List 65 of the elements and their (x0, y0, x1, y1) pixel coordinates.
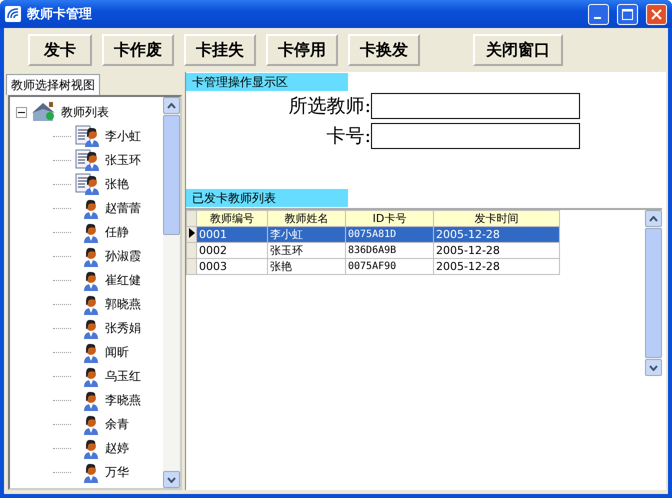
tree-item[interactable]: 张玉环 (105, 152, 141, 168)
collapse-icon[interactable] (16, 106, 27, 118)
tree-item[interactable]: 乌玉红 (105, 368, 141, 384)
minimize-icon (594, 17, 600, 19)
column-header[interactable]: ID卡号 (346, 210, 434, 226)
tree-item[interactable]: 闻昕 (105, 344, 129, 360)
table-cell: 0075AF90 (346, 258, 434, 274)
table-cell: 张艳 (268, 258, 346, 274)
row-indicator[interactable] (186, 226, 196, 242)
tree-item[interactable]: 张艳 (105, 176, 129, 192)
tree-item[interactable]: 孙淑霞 (105, 248, 141, 264)
table-cell: 0075A81D (346, 226, 434, 242)
tree-item[interactable]: 赵蕾蕾 (105, 200, 141, 216)
section-title: 卡管理操作显示区 (186, 73, 348, 91)
tree-item[interactable]: 崔红健 (105, 272, 141, 288)
tree-item[interactable]: 李晓燕 (105, 392, 141, 408)
toolbar-button[interactable]: 卡换发 (348, 34, 420, 66)
table-cell: 2005-12-28 (434, 226, 560, 242)
chevron-down-icon[interactable] (649, 364, 658, 370)
window-title: 教师卡管理 (27, 6, 93, 23)
tree-root-label[interactable]: 教师列表 (61, 104, 109, 120)
tree-tab[interactable]: 教师选择树视图 (6, 74, 100, 95)
house-icon (31, 101, 57, 123)
chevron-up-icon[interactable] (167, 102, 176, 108)
table-cell: 张玉环 (268, 242, 346, 258)
toolbar-button[interactable]: 卡挂失 (184, 34, 256, 66)
column-header[interactable]: 教师编号 (196, 210, 268, 226)
toolbar-button[interactable]: 关闭窗口 (473, 34, 563, 66)
table-cell: 2005-12-28 (434, 242, 560, 258)
table-cell: 836D6A9B (346, 242, 434, 258)
input-field[interactable] (371, 123, 580, 149)
maximize-button[interactable] (617, 4, 638, 24)
table-cell: 0001 (196, 226, 268, 242)
column-header[interactable]: 发卡时间 (434, 210, 560, 226)
toolbar-button[interactable]: 卡停用 (266, 34, 338, 66)
tree-item[interactable]: 任静 (105, 224, 129, 240)
tree-item[interactable]: 赵婷 (105, 440, 129, 456)
toolbar-button[interactable]: 卡作废 (102, 34, 174, 66)
minimize-button[interactable] (588, 4, 609, 24)
card-person-icon (75, 173, 101, 195)
close-icon (651, 8, 662, 20)
field-label: 卡号: (326, 124, 371, 149)
scrollbar[interactable] (163, 97, 180, 488)
tree-item[interactable]: 余青 (105, 416, 129, 432)
toolbar-button[interactable]: 发卡 (28, 34, 92, 66)
card-person-icon (75, 125, 101, 147)
tree-item[interactable]: 张秀娟 (105, 320, 141, 336)
close-button[interactable] (646, 4, 667, 24)
chevron-up-icon[interactable] (649, 216, 658, 222)
scrollbar[interactable] (645, 210, 662, 376)
section-title: 已发卡教师列表 (186, 189, 348, 207)
column-header[interactable]: 教师姓名 (268, 210, 346, 226)
card-person-icon (75, 149, 101, 171)
table-cell: 李小虹 (268, 226, 346, 242)
chevron-down-icon[interactable] (167, 476, 176, 482)
tree-item[interactable]: 李小虹 (105, 128, 141, 144)
maximize-icon (622, 8, 633, 20)
app-icon (5, 6, 21, 22)
tree-item[interactable]: 郭晓燕 (105, 296, 141, 312)
input-field[interactable] (371, 93, 580, 119)
table-cell: 0003 (196, 258, 268, 274)
table-cell: 0002 (196, 242, 268, 258)
tree-item[interactable]: 万华 (105, 464, 129, 480)
field-label: 所选教师: (288, 94, 371, 119)
table-cell: 2005-12-28 (434, 258, 560, 274)
